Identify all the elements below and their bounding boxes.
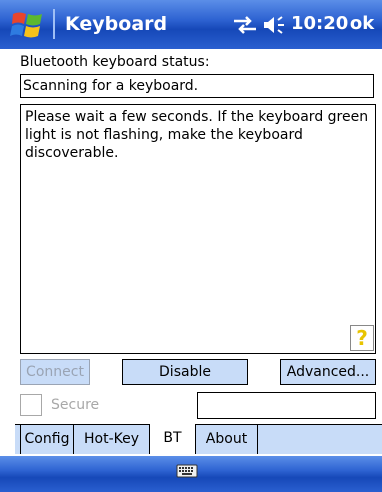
tab-hot-key[interactable]: Hot-Key	[74, 424, 150, 454]
connect-button[interactable]: Connect	[20, 359, 90, 385]
secure-label: Secure	[51, 397, 100, 413]
windows-flag-icon[interactable]	[10, 8, 46, 42]
message-area: Please wait a few seconds. If the keyboa…	[20, 104, 376, 354]
ok-button[interactable]: ok	[346, 11, 378, 37]
disable-button[interactable]: Disable	[122, 359, 248, 385]
secure-checkbox[interactable]	[20, 394, 42, 416]
tab-about[interactable]: About	[196, 424, 258, 454]
status-field: Scanning for a keyboard.	[20, 74, 374, 98]
volume-icon[interactable]	[262, 14, 288, 36]
advanced-button[interactable]: Advanced...	[280, 359, 376, 385]
secure-input[interactable]	[197, 392, 376, 419]
help-icon[interactable]: ?	[350, 325, 374, 351]
window-title: Keyboard	[65, 13, 168, 35]
keyboard-icon[interactable]	[176, 463, 198, 479]
tab-bt[interactable]: BT	[150, 424, 196, 454]
status-label: Bluetooth keyboard status:	[20, 54, 210, 70]
tab-config[interactable]: Config	[20, 424, 74, 454]
clock[interactable]: 10:20	[291, 13, 348, 35]
title-separator	[53, 9, 55, 39]
connectivity-icon[interactable]	[232, 15, 258, 35]
